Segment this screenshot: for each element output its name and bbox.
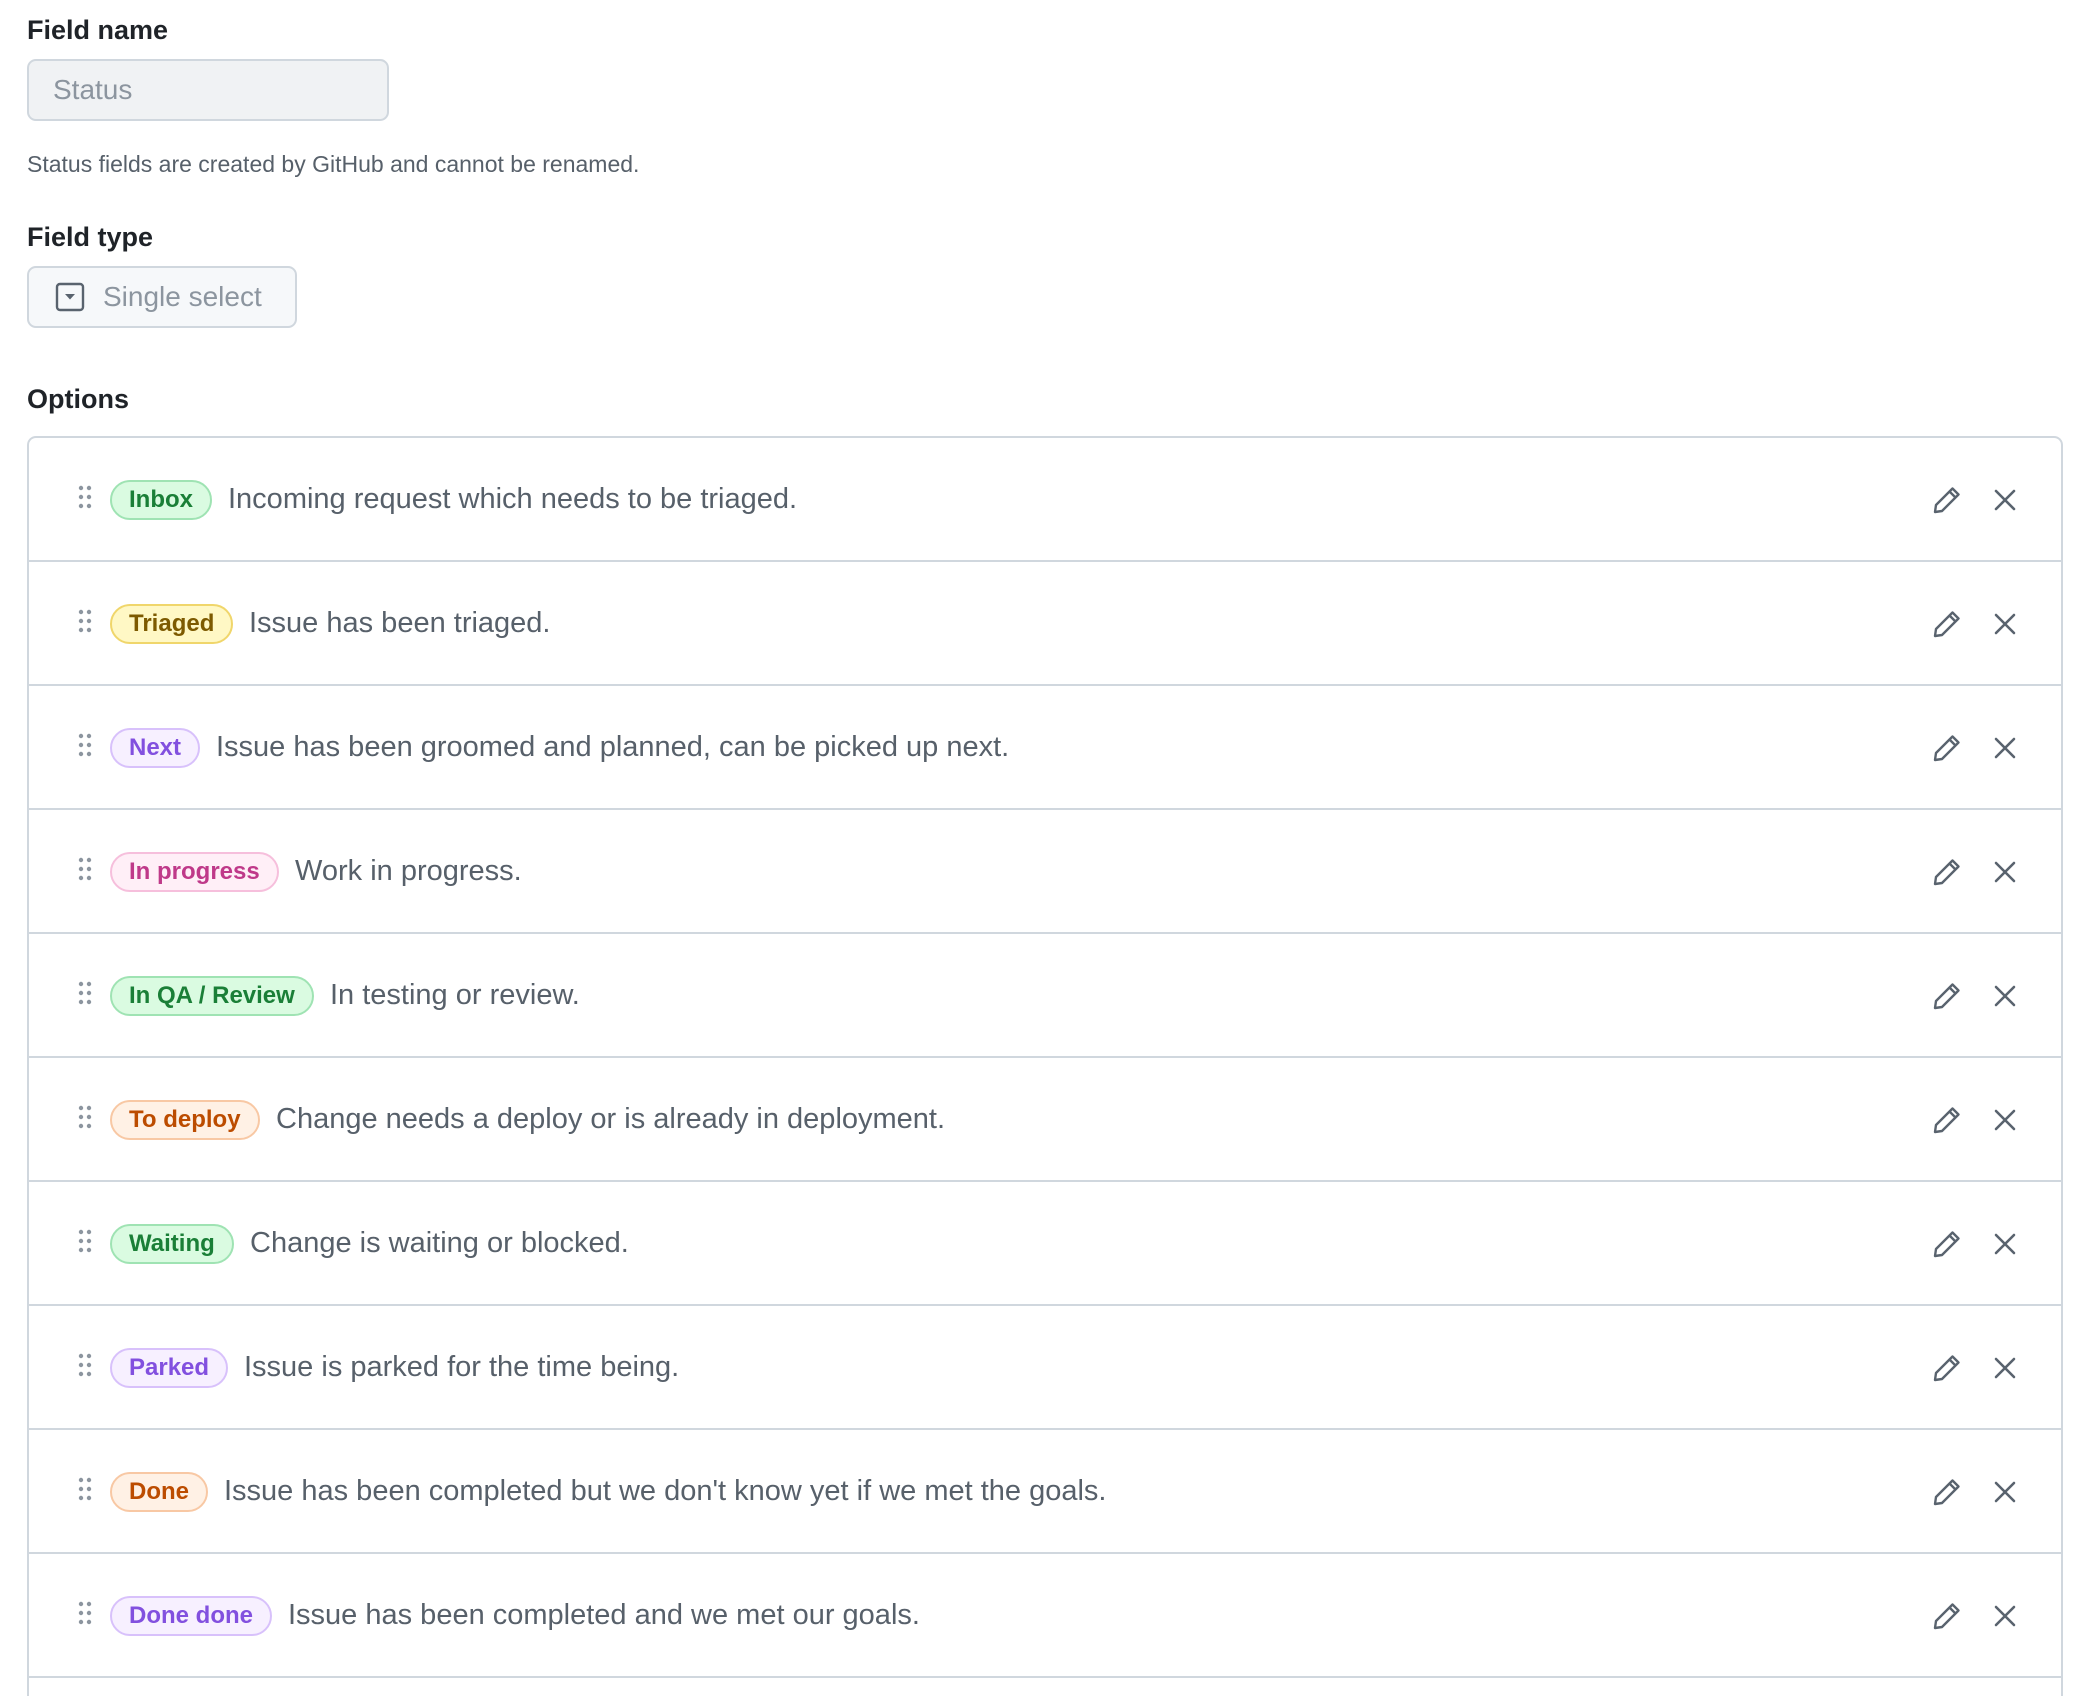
select-icon xyxy=(55,282,85,312)
field-name-hint: Status fields are created by GitHub and … xyxy=(27,151,640,177)
options-list: Inbox Incoming request which needs to be … xyxy=(27,436,2063,1696)
close-icon[interactable] xyxy=(1991,1602,2019,1630)
pencil-icon[interactable] xyxy=(1931,856,1963,888)
pencil-icon[interactable] xyxy=(1931,484,1963,516)
close-icon[interactable] xyxy=(1991,734,2019,762)
pencil-icon[interactable] xyxy=(1931,1476,1963,1508)
close-icon[interactable] xyxy=(1991,610,2019,638)
close-icon[interactable] xyxy=(1991,486,2019,514)
option-row[interactable]: Next Issue has been groomed and planned, … xyxy=(29,686,2061,810)
grabber-icon[interactable] xyxy=(78,1353,92,1377)
close-icon[interactable] xyxy=(1991,982,2019,1010)
option-row[interactable]: Triaged Issue has been triaged. xyxy=(29,562,2061,686)
pencil-icon[interactable] xyxy=(1931,980,1963,1012)
field-type-button[interactable]: Single select xyxy=(27,266,297,328)
grabber-icon[interactable] xyxy=(78,1477,92,1501)
option-row[interactable]: Inbox Incoming request which needs to be … xyxy=(29,438,2061,562)
field-name-label: Field name xyxy=(27,15,169,45)
option-description: Issue is parked for the time being. xyxy=(244,1351,680,1383)
option-pill: Next xyxy=(110,728,201,768)
close-icon[interactable] xyxy=(1991,1478,2019,1506)
grabber-icon[interactable] xyxy=(78,981,92,1005)
grabber-icon[interactable] xyxy=(78,857,92,881)
pencil-icon[interactable] xyxy=(1931,732,1963,764)
option-description: In testing or review. xyxy=(330,979,580,1011)
option-row[interactable]: Done done Issue has been completed and we… xyxy=(29,1554,2061,1678)
grabber-icon[interactable] xyxy=(78,1105,92,1129)
pencil-icon[interactable] xyxy=(1931,1104,1963,1136)
option-row[interactable]: In progress Work in progress. xyxy=(29,810,2061,934)
grabber-icon[interactable] xyxy=(78,609,92,633)
option-row[interactable]: Waiting Change is waiting or blocked. xyxy=(29,1182,2061,1306)
option-description: Incoming request which needs to be triag… xyxy=(228,483,798,515)
grabber-icon[interactable] xyxy=(78,733,92,757)
option-description: Issue has been completed but we don't kn… xyxy=(224,1475,1107,1507)
grabber-icon[interactable] xyxy=(78,1601,92,1625)
grabber-icon[interactable] xyxy=(78,1229,92,1253)
option-pill: Inbox xyxy=(110,480,212,520)
option-row[interactable]: Parked Issue is parked for the time being… xyxy=(29,1306,2061,1430)
option-row[interactable]: Done Issue has been completed but we don'… xyxy=(29,1430,2061,1554)
option-pill: Triaged xyxy=(110,604,234,644)
options-label: Options xyxy=(27,384,129,414)
close-icon[interactable] xyxy=(1991,1106,2019,1134)
field-name-input[interactable]: Status xyxy=(27,59,389,121)
option-pill: To deploy xyxy=(110,1100,260,1140)
field-settings: Field name Status Status fields are crea… xyxy=(0,0,2098,1696)
option-pill: Done done xyxy=(110,1596,272,1636)
option-pill: Waiting xyxy=(110,1224,234,1264)
option-row[interactable]: In QA / Review In testing or review. xyxy=(29,934,2061,1058)
option-pill: In progress xyxy=(110,852,279,892)
pencil-icon[interactable] xyxy=(1931,1228,1963,1260)
option-pill: Parked xyxy=(110,1348,229,1388)
field-type-label: Field type xyxy=(27,222,154,252)
pencil-icon[interactable] xyxy=(1931,608,1963,640)
field-type-value: Single select xyxy=(103,281,262,312)
close-icon[interactable] xyxy=(1991,1230,2019,1258)
option-description: Issue has been groomed and planned, can … xyxy=(216,731,1010,763)
close-icon[interactable] xyxy=(1991,858,2019,886)
option-description: Issue has been completed and we met our … xyxy=(288,1599,920,1631)
option-description: Work in progress. xyxy=(295,855,522,887)
option-description: Issue has been triaged. xyxy=(249,607,551,639)
close-icon[interactable] xyxy=(1991,1354,2019,1382)
grabber-icon[interactable] xyxy=(78,485,92,509)
pencil-icon[interactable] xyxy=(1931,1352,1963,1384)
option-description: Change needs a deploy or is already in d… xyxy=(276,1103,946,1135)
option-pill: Done xyxy=(110,1472,208,1512)
option-description: Change is waiting or blocked. xyxy=(250,1227,629,1259)
option-row[interactable]: To deploy Change needs a deploy or is alr… xyxy=(29,1058,2061,1182)
pencil-icon[interactable] xyxy=(1931,1600,1963,1632)
option-pill: In QA / Review xyxy=(110,976,314,1016)
